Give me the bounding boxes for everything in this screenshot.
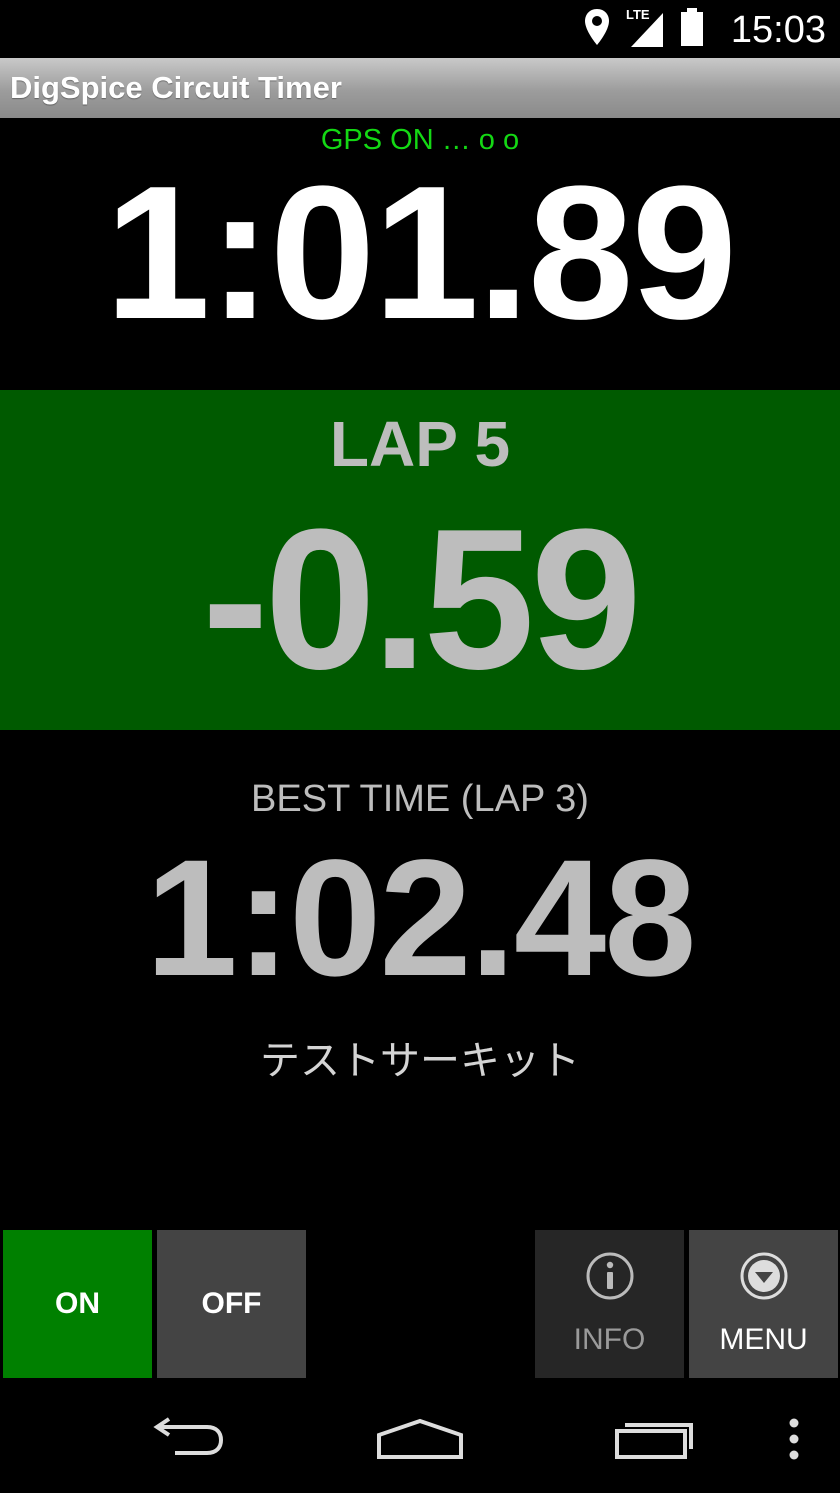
status-icons: LTE bbox=[583, 6, 705, 52]
off-button[interactable]: OFF bbox=[157, 1230, 306, 1378]
app-title-bar: DigSpice Circuit Timer bbox=[0, 58, 840, 118]
back-icon bbox=[145, 1417, 225, 1466]
menu-button-label: MENU bbox=[719, 1323, 808, 1356]
lte-label: LTE bbox=[625, 7, 651, 22]
info-button-label: INFO bbox=[573, 1323, 646, 1356]
lte-signal-icon: LTE bbox=[625, 7, 665, 49]
back-button[interactable] bbox=[130, 1390, 240, 1493]
info-button[interactable]: INFO bbox=[535, 1230, 684, 1378]
home-icon bbox=[375, 1417, 465, 1466]
menu-dropdown-icon bbox=[739, 1251, 789, 1323]
status-time: 15:03 bbox=[730, 9, 826, 51]
lap-label: LAP 5 bbox=[329, 408, 511, 480]
circuit-name: テストサーキット bbox=[260, 1038, 580, 1084]
overflow-icon bbox=[787, 1417, 801, 1466]
info-icon bbox=[585, 1251, 635, 1323]
status-bar: LTE 15:03 bbox=[0, 0, 840, 58]
on-button[interactable]: ON bbox=[3, 1230, 152, 1378]
overflow-menu-button[interactable] bbox=[772, 1390, 816, 1493]
menu-button[interactable]: MENU bbox=[689, 1230, 838, 1378]
lap-delta: -0.59 bbox=[202, 488, 642, 711]
on-button-label: ON bbox=[55, 1287, 100, 1320]
current-lap-time: 1:01.89 bbox=[104, 147, 737, 359]
best-time: 1:02.48 bbox=[145, 826, 696, 1011]
location-pin-icon bbox=[583, 7, 611, 52]
battery-icon bbox=[679, 7, 705, 52]
best-time-label: BEST TIME (LAP 3) bbox=[251, 778, 589, 820]
home-button[interactable] bbox=[365, 1390, 475, 1493]
app-title: DigSpice Circuit Timer bbox=[10, 70, 342, 105]
recents-button[interactable] bbox=[600, 1390, 710, 1493]
recents-icon bbox=[613, 1417, 697, 1466]
navigation-bar bbox=[0, 1390, 840, 1493]
off-button-label: OFF bbox=[201, 1287, 262, 1320]
